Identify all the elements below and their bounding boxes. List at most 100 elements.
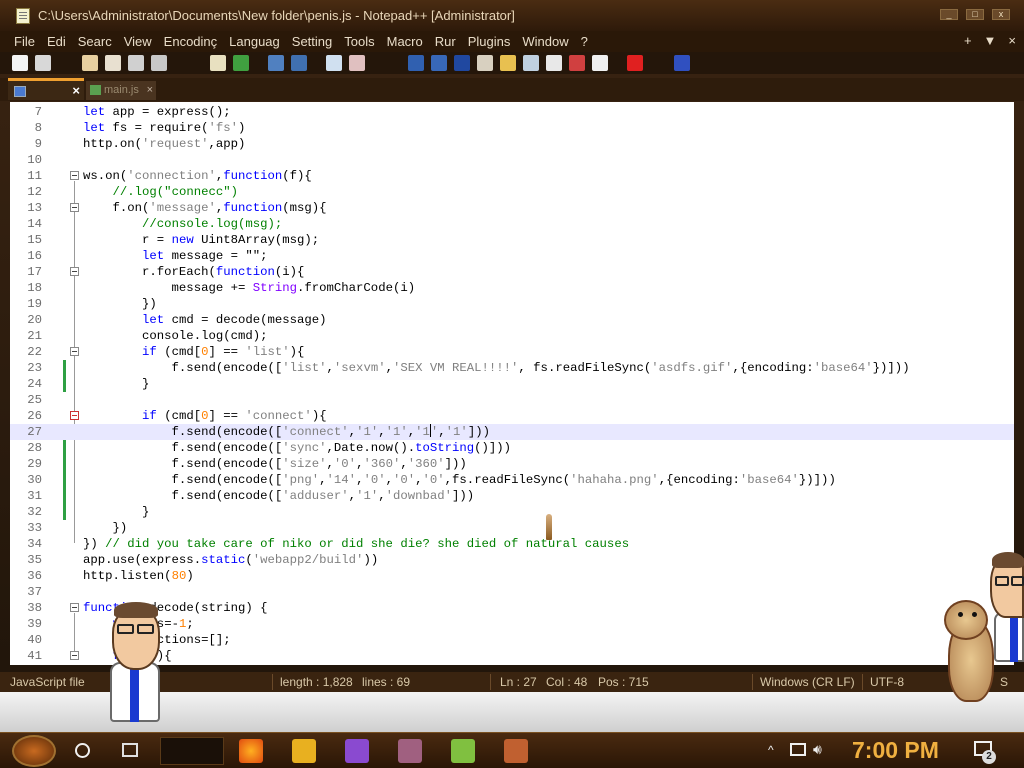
function-list-icon[interactable] — [500, 55, 516, 71]
firefox-icon[interactable] — [239, 739, 263, 763]
line-text[interactable]: }) — [83, 296, 157, 312]
tab-active-file[interactable]: × — [8, 78, 84, 100]
zoom-out-icon[interactable] — [349, 55, 365, 71]
line-text[interactable]: app.use(express.static('webapp2/build')) — [83, 552, 378, 568]
code-line[interactable]: 13 f.on('message',function(msg){ — [10, 200, 1014, 216]
close-tab-button[interactable]: × — [1008, 33, 1016, 48]
menu-tools[interactable]: Tools — [344, 34, 374, 49]
line-text[interactable]: f.send(encode(['size','0','360','360'])) — [83, 456, 467, 472]
menu-settings[interactable]: Setting — [292, 34, 332, 49]
search-circle-icon[interactable] — [75, 743, 90, 758]
code-line[interactable]: 27 f.send(encode(['connect','1','1','1',… — [10, 424, 1014, 440]
save-all-icon[interactable] — [105, 55, 121, 71]
maximize-button[interactable]: □ — [966, 9, 984, 20]
menu-plugins[interactable]: Plugins — [468, 34, 511, 49]
code-line[interactable]: 34}) // did you take care of niko or did… — [10, 536, 1014, 552]
minimize-button[interactable]: _ — [940, 9, 958, 20]
tab-list-dropdown[interactable]: ▼ — [984, 33, 997, 48]
code-area[interactable]: 7 let app = express(); 8 let fs = require('… — [10, 104, 1014, 664]
open-file-icon[interactable] — [35, 55, 51, 71]
code-line[interactable]: 17 r.forEach(function(i){ — [10, 264, 1014, 280]
menu-macro[interactable]: Macro — [387, 34, 423, 49]
line-text[interactable]: http.listen(80) — [83, 568, 194, 584]
code-line[interactable]: 21 console.log(cmd); — [10, 328, 1014, 344]
word-wrap-icon[interactable] — [408, 55, 424, 71]
line-text[interactable]: f.send(encode(['png','14','0','0','0',fs… — [83, 472, 836, 488]
file-explorer-icon[interactable] — [292, 739, 316, 763]
encoding[interactable]: UTF-8 — [870, 675, 904, 689]
monitoring-icon[interactable] — [546, 55, 562, 71]
line-text[interactable]: if (cmd[0] == 'connect'){ — [83, 408, 327, 424]
code-line[interactable]: 35 app.use(express.static('webapp2/build'… — [10, 552, 1014, 568]
line-text[interactable]: }) — [83, 520, 128, 536]
tab-close-icon[interactable]: × — [72, 83, 80, 98]
taskbar-slot[interactable] — [160, 737, 224, 765]
line-text[interactable]: f.send(encode(['adduser','1','downbad'])… — [83, 488, 475, 504]
line-text[interactable]: f.send(encode(['list','sexvm','SEX VM RE… — [83, 360, 910, 376]
line-text[interactable]: let fs = require('fs') — [83, 120, 245, 136]
paste-icon[interactable] — [210, 55, 226, 71]
taskbar-clock[interactable]: 7:00 PM — [852, 737, 939, 764]
print-icon[interactable] — [151, 55, 167, 71]
line-text[interactable]: //.log("connecc") — [83, 184, 238, 200]
code-line[interactable]: 25 — [10, 392, 1014, 408]
replace-icon[interactable] — [291, 55, 307, 71]
line-text[interactable]: r = new Uint8Array(msg); — [83, 232, 319, 248]
find-icon[interactable] — [268, 55, 284, 71]
save-icon[interactable] — [82, 55, 98, 71]
menu-language[interactable]: Languag — [229, 34, 280, 49]
indent-guide-icon[interactable] — [454, 55, 470, 71]
code-line[interactable]: 15 r = new Uint8Array(msg); — [10, 232, 1014, 248]
menu-edit[interactable]: Edi — [47, 34, 66, 49]
code-line[interactable]: 18 message += String.fromCharCode(i) — [10, 280, 1014, 296]
new-file-icon[interactable] — [12, 55, 28, 71]
code-line[interactable]: 29 f.send(encode(['size','0','360','360'… — [10, 456, 1014, 472]
new-tab-button[interactable]: + — [964, 33, 972, 48]
code-line[interactable]: 9 http.on('request',app) — [10, 136, 1014, 152]
code-line[interactable]: 37 — [10, 584, 1014, 600]
tab-close-icon[interactable]: × — [147, 81, 153, 100]
code-line[interactable]: 14 //console.log(msg); — [10, 216, 1014, 232]
visual-studio-icon[interactable] — [345, 739, 369, 763]
line-text[interactable]: f.send(encode(['sync',Date.now().toStrin… — [83, 440, 512, 456]
zoom-in-icon[interactable] — [326, 55, 342, 71]
line-text[interactable]: message += String.fromCharCode(i) — [83, 280, 416, 296]
close-file-icon[interactable] — [128, 55, 144, 71]
line-text[interactable]: console.log(cmd); — [83, 328, 267, 344]
start-button[interactable] — [12, 735, 56, 767]
show-all-chars-icon[interactable] — [431, 55, 447, 71]
network-icon[interactable] — [790, 743, 806, 756]
line-text[interactable]: } — [83, 376, 149, 392]
code-line[interactable]: 22 if (cmd[0] == 'list'){ — [10, 344, 1014, 360]
code-line[interactable]: 10 — [10, 152, 1014, 168]
menu-search[interactable]: Searc — [78, 34, 112, 49]
record-icon[interactable] — [627, 55, 643, 71]
menu-file[interactable]: File — [14, 34, 35, 49]
menu-view[interactable]: View — [124, 34, 152, 49]
code-editor[interactable]: 7 let app = express(); 8 let fs = require('… — [10, 102, 1014, 665]
task-view-icon[interactable] — [122, 743, 138, 757]
code-line[interactable]: 28 f.send(encode(['sync',Date.now().toSt… — [10, 440, 1014, 456]
code-line[interactable]: 7 let app = express(); — [10, 104, 1014, 120]
code-line[interactable]: 31 f.send(encode(['adduser','1','downbad… — [10, 488, 1014, 504]
line-text[interactable]: f.on('message',function(msg){ — [83, 200, 327, 216]
line-text[interactable]: let message = ""; — [83, 248, 267, 264]
volume-icon[interactable]: 🔊︎ — [813, 741, 822, 758]
code-line[interactable]: 16 let message = ""; — [10, 248, 1014, 264]
line-text[interactable]: let cmd = decode(message) — [83, 312, 327, 328]
menu-run[interactable]: Rur — [435, 34, 456, 49]
stop-macro-icon[interactable] — [592, 55, 608, 71]
record-macro-icon[interactable] — [569, 55, 585, 71]
line-text[interactable]: f.send(encode(['connect','1','1','1','1'… — [83, 424, 490, 440]
code-line[interactable]: 24 } — [10, 376, 1014, 392]
code-line[interactable]: 20 let cmd = decode(message) — [10, 312, 1014, 328]
line-text[interactable]: r.forEach(function(i){ — [83, 264, 304, 280]
run-macro-multiple-icon[interactable] — [674, 55, 690, 71]
eol-format[interactable]: Windows (CR LF) — [760, 675, 855, 689]
line-text[interactable]: //console.log(msg); — [83, 216, 282, 232]
line-text[interactable]: if (cmd[0] == 'list'){ — [83, 344, 304, 360]
tab-main-js[interactable]: main.js × — [86, 81, 156, 100]
code-line[interactable]: 23 f.send(encode(['list','sexvm','SEX VM… — [10, 360, 1014, 376]
code-line[interactable]: 33 }) — [10, 520, 1014, 536]
app-window-icon[interactable] — [504, 739, 528, 763]
